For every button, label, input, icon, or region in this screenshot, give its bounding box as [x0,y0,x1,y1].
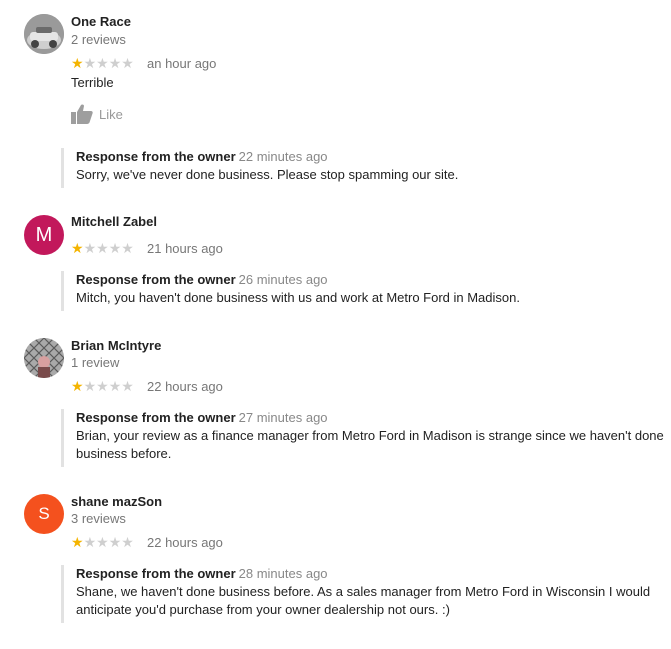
owner-response: Response from the owner 27 minutes ago Br… [61,409,670,467]
avatar[interactable] [24,14,64,54]
owner-response-title: Response from the owner [76,410,236,425]
star-icon: ★ [96,55,109,71]
star-icon: ★ [121,378,134,394]
owner-response-time: 22 minutes ago [238,149,328,164]
avatar-letter: S [38,504,50,523]
avatar[interactable]: S [24,494,64,534]
avatar-photo-icon [24,338,64,378]
reviewer-name[interactable]: Mitchell Zabel [71,214,157,229]
reviewer-review-count[interactable]: 2 reviews [71,32,126,47]
owner-response: Response from the owner 26 minutes ago Mi… [61,271,670,311]
star-icon: ★ [71,534,84,550]
reviewer-name[interactable]: One Race [71,14,131,29]
review-time: 22 hours ago [147,379,223,394]
like-button[interactable]: Like [71,104,123,124]
owner-response-time: 28 minutes ago [238,566,328,581]
star-icon: ★ [83,240,97,256]
star-icon: ★ [83,55,97,71]
avatar-letter: M [35,223,53,246]
star-icon: ★ [83,378,97,394]
thumbs-up-icon [71,104,93,124]
star-icon: ★ [71,378,84,394]
star-icon: ★ [96,378,109,394]
reviewer-review-count[interactable]: 1 review [71,355,119,370]
owner-response-header: Response from the owner 26 minutes ago [76,271,670,289]
owner-response-text: Mitch, you haven't done business with us… [76,290,520,305]
star-icon: ★ [71,240,84,256]
star-icon: ★ [83,534,97,550]
owner-response-time: 27 minutes ago [238,410,328,425]
star-icon: ★ [108,534,122,550]
star-rating: ★★★★★ [71,378,134,395]
star-icon: ★ [108,378,122,394]
reviewer-name[interactable]: Brian McIntyre [71,338,161,353]
review-time: an hour ago [147,56,217,71]
owner-response-title: Response from the owner [76,149,236,164]
owner-response-header: Response from the owner 28 minutes ago [76,565,670,583]
owner-response-header: Response from the owner 22 minutes ago [76,148,670,166]
owner-response-title: Response from the owner [76,272,236,287]
star-icon: ★ [108,240,122,256]
star-icon: ★ [121,534,134,550]
star-rating: ★★★★★ [71,240,134,257]
star-icon: ★ [71,55,84,71]
avatar-photo-icon [24,14,64,54]
review-time: 22 hours ago [147,535,223,550]
owner-response-text: anticipate you'd purchase from your owne… [76,602,450,617]
star-icon: ★ [121,240,134,256]
owner-response-text: Brian, your review as a finance manager … [76,428,664,443]
star-icon: ★ [108,55,122,71]
avatar[interactable]: M [24,215,64,255]
owner-response-title: Response from the owner [76,566,236,581]
reviewer-name[interactable]: shane mazSon [71,494,162,509]
owner-response-text: Sorry, we've never done business. Please… [76,167,459,182]
owner-response-time: 26 minutes ago [238,272,328,287]
owner-response-text: business before. [76,446,172,461]
reviewer-review-count[interactable]: 3 reviews [71,511,126,526]
star-icon: ★ [121,55,134,71]
star-icon: ★ [96,534,109,550]
review-time: 21 hours ago [147,241,223,256]
star-icon: ★ [96,240,109,256]
like-label: Like [99,106,123,122]
owner-response-text: Shane, we haven't done business before. … [76,584,651,599]
owner-response: Response from the owner 28 minutes ago Sh… [61,565,670,623]
avatar[interactable] [24,338,64,378]
owner-response-header: Response from the owner 27 minutes ago [76,409,670,427]
star-rating: ★★★★★ [71,534,134,551]
review-text: Terrible [71,75,114,90]
star-rating: ★★★★★ [71,55,134,72]
owner-response: Response from the owner 22 minutes ago So… [61,148,670,188]
